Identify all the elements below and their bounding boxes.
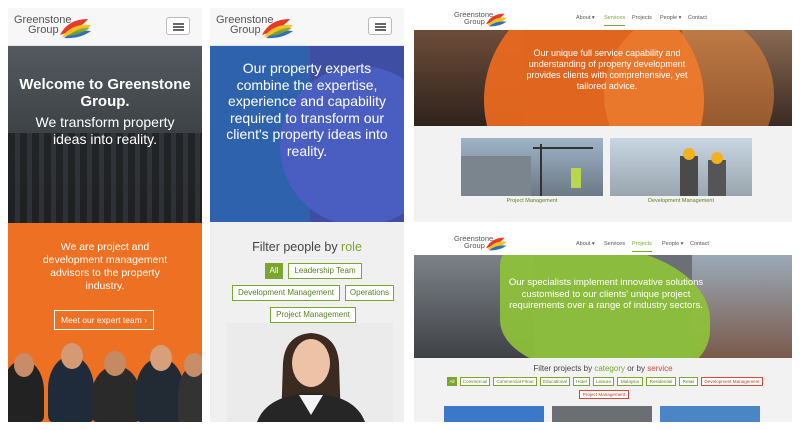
- filter-heading: Filter projects by category or by servic…: [533, 364, 673, 373]
- projects-hero-text: Our specialists implement innovative sol…: [508, 277, 704, 311]
- desktop-projects-screen: Greenstone Group About ▾ Services Projec…: [414, 230, 792, 422]
- category-tag-malaysia[interactable]: Malaysia: [617, 377, 643, 386]
- mobile-home-screen: Greenstone Group Welcome to Greenstone G…: [8, 8, 202, 422]
- mobile-header: Greenstone Group: [8, 8, 202, 46]
- nav-contact[interactable]: Contact: [688, 15, 707, 21]
- logo-mark-icon: [486, 237, 507, 251]
- category-tag-educational[interactable]: Educational: [540, 377, 570, 386]
- desktop-header: Greenstone Group About ▾ Services Projec…: [414, 230, 792, 252]
- project-management-label[interactable]: Project Management: [461, 198, 603, 204]
- nav-people[interactable]: People ▾: [662, 241, 683, 247]
- service-tag-project-management[interactable]: Project Management: [579, 390, 629, 399]
- category-tag-residential[interactable]: Residential: [646, 377, 676, 386]
- nav-contact[interactable]: Contact: [690, 241, 709, 247]
- filter-tag-leadership[interactable]: Leadership Team: [288, 263, 362, 279]
- greenstone-logo[interactable]: Greenstone Group: [216, 15, 296, 41]
- people-hero-text: Our property experts combine the experti…: [226, 60, 388, 159]
- category-tag-commercial[interactable]: Commercial: [460, 377, 490, 386]
- intro-text: We are project and development managemen…: [42, 241, 168, 292]
- nav-about[interactable]: About ▾: [576, 15, 595, 21]
- filter-category-link[interactable]: category: [594, 364, 625, 373]
- staff-photo[interactable]: [227, 323, 393, 422]
- menu-toggle-button[interactable]: [368, 17, 392, 35]
- logo-mark-icon: [262, 19, 293, 39]
- hero-subtitle: We transform property ideas into reality…: [35, 114, 175, 147]
- filter-tag-operations[interactable]: Operations: [345, 285, 394, 301]
- hero-title: Welcome to Greenstone Group.: [19, 76, 191, 110]
- nav-projects[interactable]: Projects: [632, 15, 652, 21]
- mobile-header: Greenstone Group: [210, 8, 404, 46]
- nav-services[interactable]: Services: [604, 241, 625, 247]
- hero-section: Welcome to Greenstone Group. We transfor…: [8, 46, 202, 223]
- people-filter-section: Filter people by role All Leadership Tea…: [210, 222, 404, 422]
- nav-about[interactable]: About ▾: [576, 241, 595, 247]
- person-portrait-icon: [227, 323, 393, 422]
- category-tag-commercial-fitout[interactable]: Commercial Fitout: [493, 377, 537, 386]
- services-cards: Project Management Development Managemen…: [414, 126, 792, 222]
- filter-keyword: role: [341, 240, 362, 254]
- project-management-card[interactable]: [461, 138, 603, 196]
- people-hero: Our property experts combine the experti…: [210, 46, 404, 222]
- development-management-label[interactable]: Development Management: [610, 198, 752, 204]
- menu-toggle-button[interactable]: [166, 17, 190, 35]
- greenstone-logo[interactable]: Greenstone Group: [14, 15, 94, 41]
- meet-team-button[interactable]: Meet our expert team ›: [54, 310, 154, 330]
- services-hero: Our unique full service capability and u…: [414, 30, 792, 126]
- nav-services[interactable]: Services: [604, 15, 626, 26]
- mobile-people-screen: Greenstone Group Our property experts co…: [210, 8, 404, 422]
- desktop-header: Greenstone Group About ▾ Services Projec…: [414, 8, 792, 30]
- project-thumbnail[interactable]: [444, 406, 544, 422]
- greenstone-logo[interactable]: Greenstone Group: [454, 11, 514, 28]
- engineers-image-icon: [680, 148, 726, 196]
- desktop-services-screen: Greenstone Group About ▾ Services Projec…: [414, 8, 792, 222]
- category-tag-leisure[interactable]: Leisure: [593, 377, 614, 386]
- greenstone-logo[interactable]: Greenstone Group: [454, 235, 514, 252]
- intro-section: We are project and development managemen…: [8, 223, 202, 422]
- logo-mark-icon: [60, 19, 91, 39]
- project-thumbnail[interactable]: [660, 406, 760, 422]
- service-tag-development-management[interactable]: Development Management: [701, 377, 763, 386]
- nav-people[interactable]: People ▾: [660, 15, 681, 21]
- project-thumbnail[interactable]: [552, 406, 652, 422]
- logo-mark-icon: [486, 13, 507, 27]
- nav-projects[interactable]: Projects: [632, 241, 652, 252]
- category-tag-all[interactable]: All: [447, 377, 457, 386]
- filter-heading: Filter people by role: [252, 240, 362, 254]
- category-tag-retail[interactable]: Retail: [679, 377, 698, 386]
- development-management-card[interactable]: [610, 138, 752, 196]
- services-hero-text: Our unique full service capability and u…: [526, 48, 688, 91]
- filter-tag-all[interactable]: All: [265, 263, 283, 279]
- filter-service-link[interactable]: service: [647, 364, 672, 373]
- filter-tag-development[interactable]: Development Management: [232, 285, 340, 301]
- construction-image-icon: [461, 144, 593, 196]
- projects-filter-section: Filter projects by category or by servic…: [414, 358, 792, 422]
- category-tag-hotel[interactable]: Hotel: [573, 377, 590, 386]
- projects-hero: Our specialists implement innovative sol…: [414, 255, 792, 358]
- filter-tag-project-management[interactable]: Project Management: [270, 307, 356, 323]
